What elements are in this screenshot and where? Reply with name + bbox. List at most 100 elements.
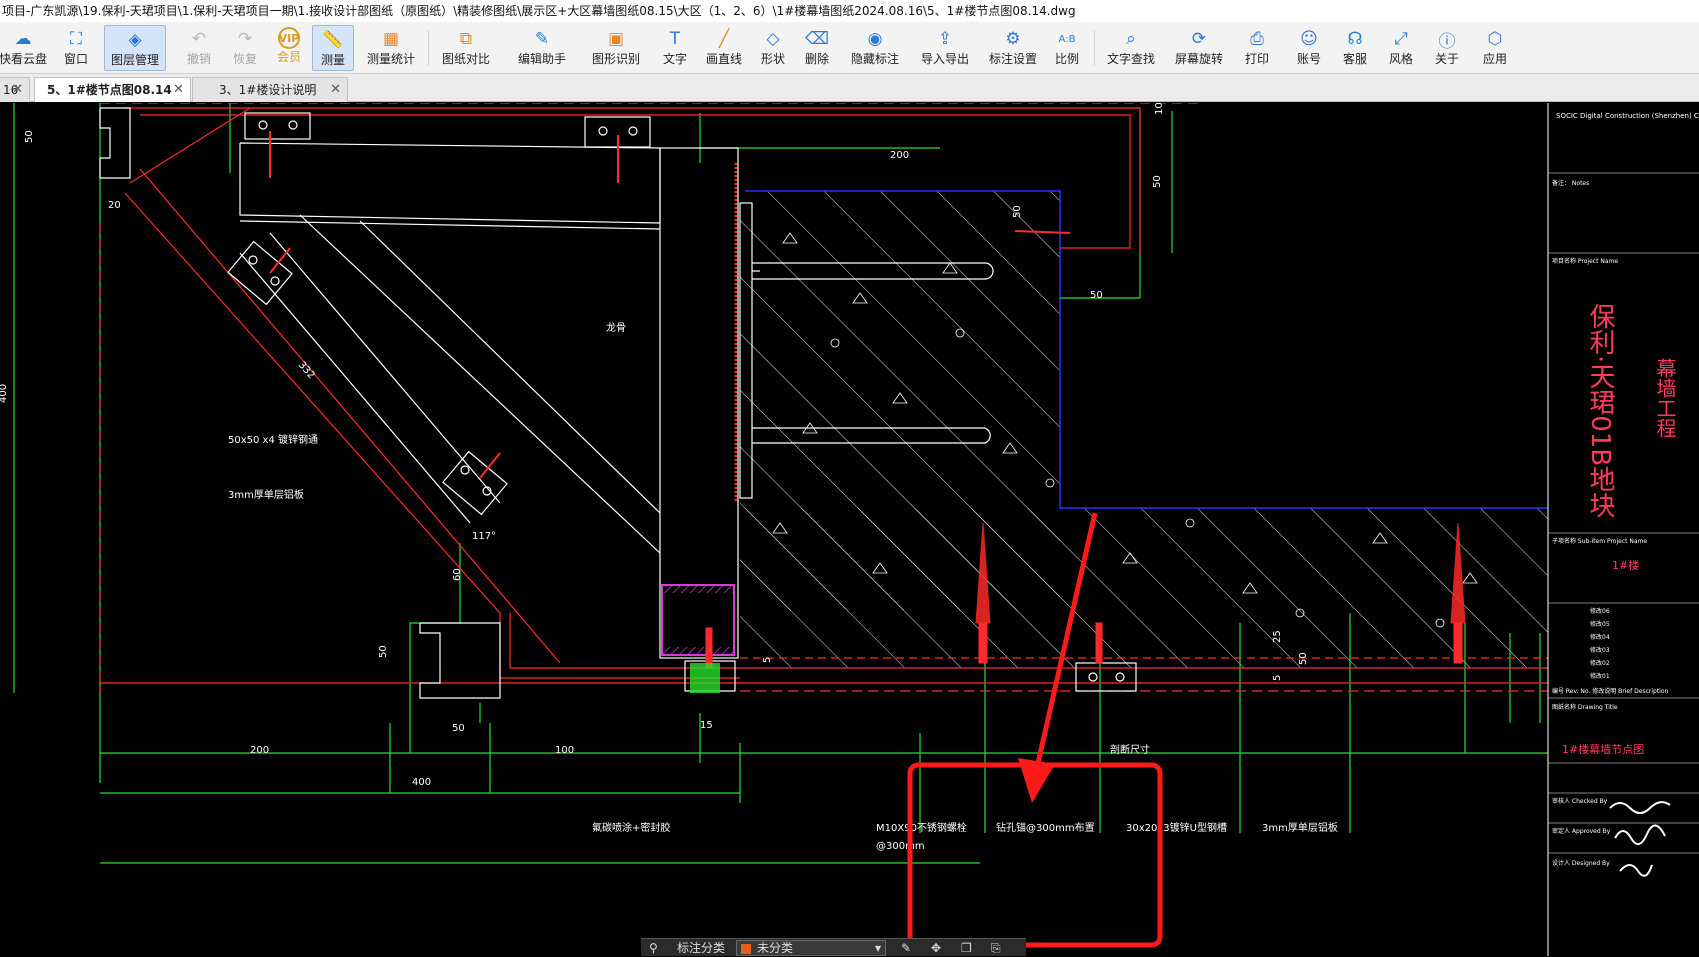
compare-button[interactable]: ⧉ 图纸对比: [440, 25, 492, 71]
search-icon: ⌕: [1126, 29, 1136, 49]
compare-icon: ⧉: [459, 29, 473, 49]
drawing-title-label: 图纸名称 Drawing Title: [1552, 703, 1618, 711]
eye-off-icon: ◉: [867, 29, 883, 49]
tab-16[interactable]: 16 ✕: [0, 77, 30, 102]
measure-button[interactable]: 📏 测量: [312, 25, 354, 71]
apps-button[interactable]: ⬡ 应用: [1480, 25, 1510, 71]
print-button[interactable]: ⎙ 打印: [1242, 25, 1272, 71]
tab-design-notes[interactable]: 3、1#楼设计说明 ✕: [192, 77, 348, 102]
about-button[interactable]: ⓘ 关于: [1432, 25, 1462, 71]
subitem-name: 1#楼: [1612, 558, 1639, 572]
measure-stats-button[interactable]: ▦ 测量统计: [366, 25, 416, 71]
redo-button[interactable]: ↷ 恢复: [230, 25, 260, 71]
info-icon: ⓘ: [1438, 31, 1456, 52]
edit-assistant-icon: ✎: [534, 29, 550, 49]
company-name: SOCIC Digital Construction (Shenzhen) Co…: [1556, 112, 1699, 120]
chevron-down-icon: ▾: [874, 941, 881, 955]
layers-button[interactable]: ◈ 图层管理: [104, 25, 166, 71]
dim-text: 10: [1154, 103, 1165, 115]
import-export-button[interactable]: ⇪ 导入导出: [918, 25, 972, 71]
style-icon: ⤢: [1394, 29, 1408, 49]
delete-button[interactable]: ⌫ 删除: [802, 25, 832, 71]
cloud-button[interactable]: ☁ 快看云盘: [0, 25, 47, 71]
title-block: SOCIC Digital Construction (Shenzhen) Co…: [1547, 103, 1699, 956]
cad-drawing-canvas[interactable]: 50 20 400 200 50 50 10 50 332 50 60 50 2…: [0, 103, 1699, 956]
close-icon[interactable]: ✕: [173, 78, 184, 102]
move-icon[interactable]: ✥: [931, 939, 941, 957]
annot-tools-icon[interactable]: ⚲: [649, 939, 658, 957]
support-button[interactable]: ☊ 客服: [1340, 25, 1370, 71]
toolbar-divider: [428, 30, 429, 66]
revision-row: 修改03: [1590, 646, 1610, 654]
redo-icon: ↷: [237, 29, 253, 49]
style-button[interactable]: ⤢ 风格: [1386, 25, 1416, 71]
dim-text: 50: [378, 645, 389, 658]
dim-text: 400: [412, 777, 431, 788]
hide-annot-button[interactable]: ◉ 隐藏标注: [848, 25, 902, 71]
shape-icon: ◇: [766, 29, 780, 49]
dim-text: 100: [555, 745, 574, 756]
dim-text: 15: [700, 720, 713, 731]
edit-icon[interactable]: ✎: [901, 939, 911, 957]
dim-text: 50: [1298, 652, 1309, 665]
note-steel: 50x50 x4 镀锌钢通: [228, 433, 318, 446]
revision-row: 修改05: [1590, 620, 1610, 628]
annotation-category-bar: ⚲ 标注分类 未分类 ▾ ✎ ✥ ❐ ⎘: [641, 938, 1026, 956]
text-icon: T: [669, 29, 681, 49]
line-button[interactable]: ╱ 画直线: [704, 25, 744, 71]
revision-row: 修改02: [1590, 659, 1610, 667]
vip-button[interactable]: VIP 会员: [274, 25, 304, 71]
edit-assistant-button[interactable]: ✎ 编辑助手: [516, 25, 568, 71]
account-button[interactable]: ☺ 账号: [1294, 25, 1324, 71]
shape-recog-icon: ▣: [607, 29, 625, 49]
undo-icon: ↶: [191, 29, 207, 49]
measure-stats-icon: ▦: [382, 29, 400, 49]
close-icon[interactable]: ✕: [12, 78, 23, 102]
dim-text: 50: [24, 130, 35, 143]
layers-icon: ◈: [128, 30, 142, 50]
eraser-icon: ⌫: [804, 29, 830, 49]
dim-text: 20: [108, 200, 121, 211]
note-keel: 龙骨: [606, 321, 626, 334]
copy-icon[interactable]: ❐: [961, 939, 972, 957]
checked-label: 审核人 Checked By: [1552, 797, 1608, 805]
revision-row: 修改01: [1590, 672, 1610, 680]
scale-button[interactable]: A:B 比例: [1052, 25, 1082, 71]
main-toolbar: ☁ 快看云盘 ⛶ 窗口 ◈ 图层管理 ↶ 撤销 ↷ 恢复 VIP 会员 📏 测量 ▦ 测量统计 …: [0, 22, 1699, 74]
undo-button[interactable]: ↶ 撤销: [184, 25, 214, 71]
line-icon: ╱: [718, 29, 730, 49]
text-button[interactable]: T 文字: [660, 25, 690, 71]
user-icon: ☺: [1300, 29, 1318, 49]
dim-text: 50: [1012, 205, 1023, 218]
shape-button[interactable]: ◇ 形状: [758, 25, 788, 71]
dim-text: 5: [1272, 675, 1283, 681]
vip-icon: VIP: [278, 27, 300, 49]
project-label: 项目名称 Project Name: [1552, 257, 1618, 265]
annot-settings-button[interactable]: ⚙ 标注设置: [986, 25, 1040, 71]
dim-text: 50: [1090, 290, 1103, 301]
ruler-icon: 📏: [322, 30, 344, 50]
shape-recog-button[interactable]: ▣ 图形识别: [590, 25, 642, 71]
dim-text: 200: [250, 745, 269, 756]
printer-icon: ⎙: [1250, 29, 1264, 49]
tab-node-drawing[interactable]: 5、1#楼节点图08.14 ✕: [34, 77, 191, 102]
annot-category-select[interactable]: 未分类 ▾: [736, 940, 886, 956]
cube-icon: ⬡: [1487, 29, 1503, 49]
note-anchor: 钻孔锚@300mm布置: [996, 821, 1095, 834]
note-plate2: 3mm厚单层铝板: [1262, 821, 1338, 834]
window-icon: ⛶: [70, 29, 82, 49]
dim-text: 5: [762, 657, 773, 663]
text-search-button[interactable]: ⌕ 文字查找: [1104, 25, 1158, 71]
note-bolt: M10X90不锈钢螺栓: [876, 821, 967, 834]
note-paint: 氟碳喷涂+密封胶: [592, 821, 670, 834]
project-name: 保利·天珺01B地块: [1585, 303, 1615, 518]
gear-icon: ⚙: [1005, 29, 1021, 49]
window-button[interactable]: ⛶ 窗口: [58, 25, 94, 71]
approved-label: 审定人 Approved By: [1552, 827, 1611, 835]
export-icon[interactable]: ⎘: [991, 939, 1001, 957]
cloud-icon: ☁: [14, 29, 32, 49]
screen-rotate-button[interactable]: ⟳ 屏幕旋转: [1172, 25, 1226, 71]
window-title: 项目-广东凯源\19.保利-天珺项目\1.保利-天珺项目一期\1.接收设计部图纸…: [0, 0, 1699, 22]
subitem-label: 子项名称 Sub-item Project Name: [1552, 537, 1647, 545]
close-icon[interactable]: ✕: [330, 78, 341, 102]
